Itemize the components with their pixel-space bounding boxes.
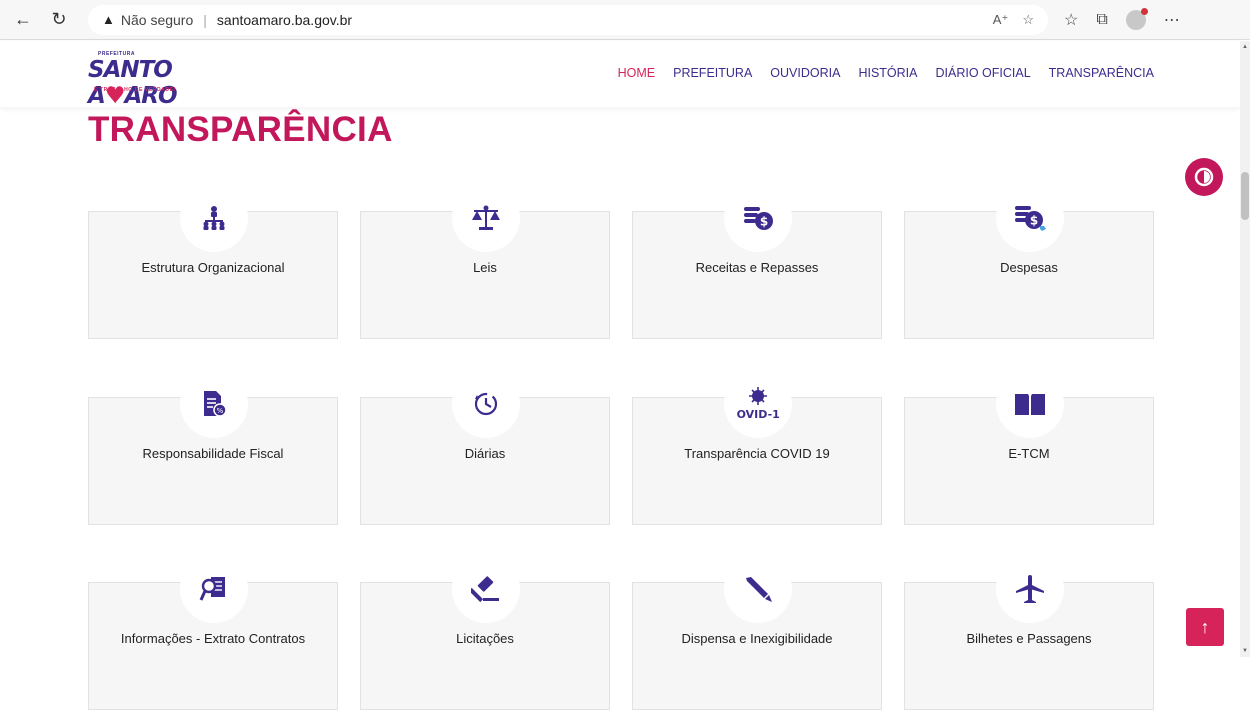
arrow-up-icon: ↑ <box>1200 616 1210 637</box>
favorites-icon[interactable]: ☆ <box>1064 10 1078 30</box>
card-e-tcm[interactable]: E-TCM <box>904 370 1154 525</box>
browser-toolbar: ← ↻ ▲ Não seguro | santoamaro.ba.gov.br … <box>0 0 1250 40</box>
card-label: E-TCM <box>1008 446 1050 461</box>
contrast-toggle-button[interactable] <box>1185 158 1223 196</box>
card-responsabilidade-fiscal[interactable]: % Responsabilidade Fiscal <box>88 370 338 525</box>
contrast-icon <box>1194 167 1214 187</box>
security-status: Não seguro <box>120 11 194 28</box>
virus-icon: COVID-19 <box>724 370 792 438</box>
coins-dollar-icon: $ <box>724 184 792 252</box>
card-label: Licitações <box>456 631 514 646</box>
covid-icon-text: COVID-19 <box>736 408 780 421</box>
nav-historia[interactable]: HISTÓRIA <box>858 66 917 80</box>
card-label: Estrutura Organizacional <box>141 260 285 275</box>
card-dispensa-inexigibilidade[interactable]: Dispensa e Inexigibilidade <box>632 555 882 710</box>
pen-icon <box>724 555 792 623</box>
reload-icon[interactable]: ↻ <box>44 5 74 35</box>
card-label: Diárias <box>464 446 506 461</box>
card-informacoes-extrato-contratos[interactable]: Informações - Extrato Contratos <box>88 555 338 710</box>
card-licitacoes[interactable]: Licitações <box>360 555 610 710</box>
page-scrollbar[interactable]: ▲ ▼ <box>1240 41 1250 657</box>
card-label: Responsabilidade Fiscal <box>142 446 284 461</box>
card-diarias[interactable]: Diárias <box>360 370 610 525</box>
document-percent-icon: % <box>180 370 248 438</box>
document-search-icon <box>180 555 248 623</box>
org-chart-icon <box>180 184 248 252</box>
warning-icon: ▲ <box>102 12 115 27</box>
card-transparencia-covid[interactable]: COVID-19 Transparência COVID 19 <box>632 370 882 525</box>
card-label: Bilhetes e Passagens <box>966 631 1092 646</box>
card-receitas-repasses[interactable]: $ Receitas e Repasses <box>632 184 882 339</box>
card-leis[interactable]: Leis <box>360 184 610 339</box>
clock-icon <box>452 370 520 438</box>
collections-icon[interactable]: ⧉ <box>1096 11 1107 29</box>
card-label: Leis <box>473 260 497 275</box>
card-label: Receitas e Repasses <box>695 260 819 275</box>
url-text: santoamaro.ba.gov.br <box>216 11 353 28</box>
scales-icon <box>452 184 520 252</box>
add-favorite-icon[interactable]: ☆ <box>1022 12 1034 28</box>
logo-slogan: É TRABALHO DE VERDADE! <box>94 87 176 93</box>
read-aloud-icon[interactable]: A⁺ <box>993 12 1009 28</box>
more-menu-icon[interactable]: ⋯ <box>1164 10 1180 30</box>
nav-home[interactable]: HOME <box>618 66 656 80</box>
card-estrutura-organizacional[interactable]: Estrutura Organizacional <box>88 184 338 339</box>
back-to-top-button[interactable]: ↑ <box>1186 608 1224 646</box>
gavel-icon <box>452 555 520 623</box>
card-bilhetes-passagens[interactable]: Bilhetes e Passagens <box>904 555 1154 710</box>
site-logo[interactable]: PREFEITURA SANTO A♥ARO É TRABALHO DE VER… <box>88 51 223 109</box>
back-arrow-icon[interactable]: ← <box>8 5 38 35</box>
nav-prefeitura[interactable]: PREFEITURA <box>673 66 752 80</box>
profile-avatar[interactable] <box>1125 7 1148 30</box>
scroll-thumb[interactable] <box>1241 172 1249 220</box>
scroll-down-icon[interactable]: ▼ <box>1242 648 1248 654</box>
card-despesas[interactable]: $ Despesas <box>904 184 1154 339</box>
card-label: Transparência COVID 19 <box>684 446 830 461</box>
airplane-icon <box>996 555 1064 623</box>
nav-transparencia[interactable]: TRANSPARÊNCIA <box>1049 66 1154 80</box>
svg-text:%: % <box>217 407 224 415</box>
nav-diario-oficial[interactable]: DIÁRIO OFICIAL <box>936 66 1031 80</box>
card-label: Informações - Extrato Contratos <box>120 631 306 646</box>
card-label: Dispensa e Inexigibilidade <box>681 631 833 646</box>
nav-ouvidoria[interactable]: OUVIDORIA <box>770 66 840 80</box>
svg-text:$: $ <box>1030 214 1038 228</box>
main-nav: HOME PREFEITURA OUVIDORIA HISTÓRIA DIÁRI… <box>618 66 1154 80</box>
svg-text:$: $ <box>760 215 768 229</box>
card-label: Despesas <box>1000 260 1058 275</box>
page-title: TRANSPARÊNCIA <box>88 110 393 149</box>
site-header: PREFEITURA SANTO A♥ARO É TRABALHO DE VER… <box>0 41 1240 109</box>
book-icon <box>996 370 1064 438</box>
coins-expense-icon: $ <box>996 184 1064 252</box>
logo-name: SANTO A♥ARO <box>88 57 178 109</box>
address-bar[interactable]: ▲ Não seguro | santoamaro.ba.gov.br A⁺ ☆ <box>88 4 1048 35</box>
address-separator: | <box>203 11 207 28</box>
scroll-up-icon[interactable]: ▲ <box>1242 44 1248 50</box>
